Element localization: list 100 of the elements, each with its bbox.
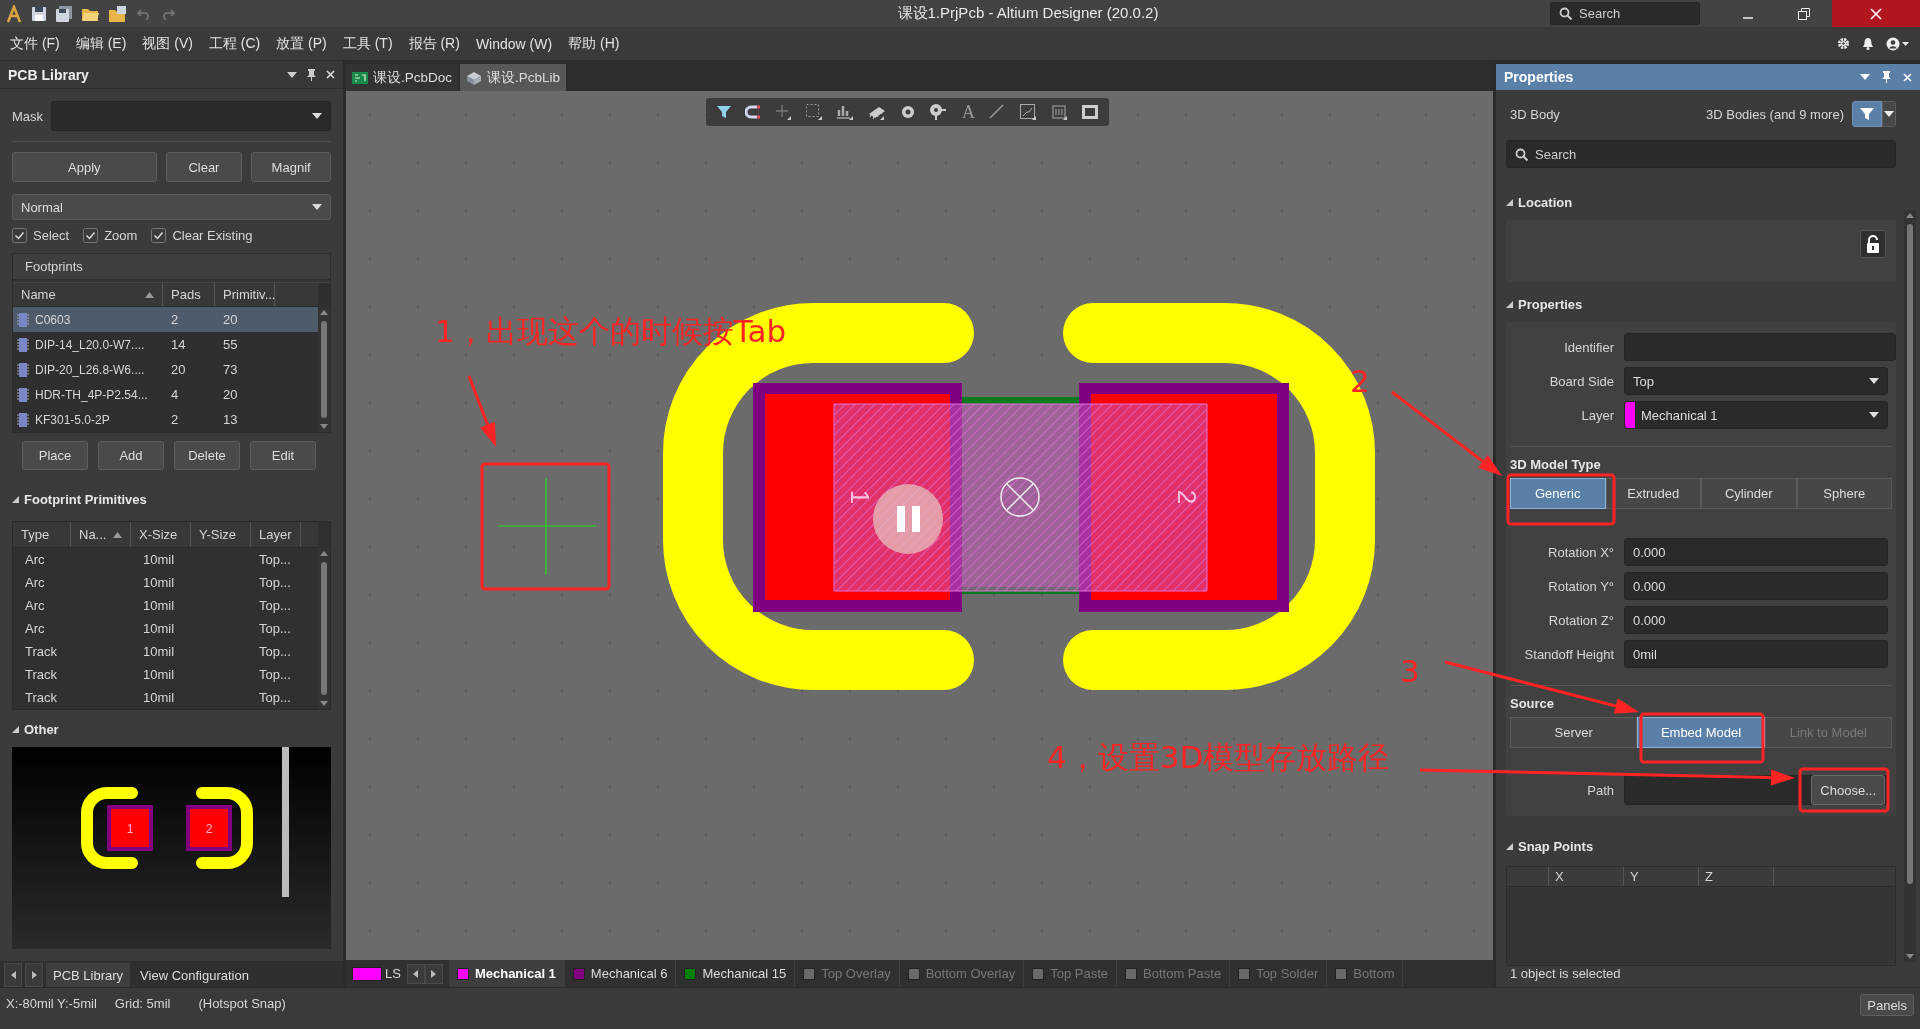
choose-button[interactable]: Choose... [1811,775,1885,805]
column-header[interactable]: Primitiv... [215,283,275,306]
text-field[interactable] [1624,333,1896,361]
segment-button[interactable]: Generic [1510,478,1606,509]
table-row[interactable]: DIP-20_L26.8-W6.... 20 73 [13,357,318,382]
settings-icon[interactable] [1837,37,1850,50]
checkbox[interactable] [83,228,99,243]
panel-button[interactable]: Edit [250,441,316,470]
segment-button[interactable]: Embed Model [1637,717,1765,748]
table-cell-text: 20 [170,362,187,377]
layer-dropdown[interactable]: Mechanical 1 [1624,401,1888,429]
menu-item[interactable]: 报告 (R) [400,34,468,53]
select-rectangle-icon[interactable] [805,103,823,121]
via-icon[interactable] [929,103,949,121]
menu-item[interactable]: 视图 (V) [134,34,201,53]
chip-icon [17,312,29,327]
field-label: Board Side [1548,373,1614,389]
column-header[interactable]: Y [1630,869,1639,884]
scroll-right-button[interactable] [25,963,43,987]
menu-item[interactable]: 放置 (P) [268,34,335,53]
menu-item[interactable]: 编辑 (E) [67,34,135,53]
lock-button[interactable] [1860,230,1886,258]
cursor-coordinates: X:-80mil Y:-5mil [6,996,97,1011]
column-header[interactable]: X-Size [131,522,191,547]
segment-button[interactable]: Server [1510,717,1638,748]
panels-button[interactable]: Panels [1860,994,1914,1016]
column-header[interactable]: Name [13,283,163,306]
column-header[interactable]: Type [13,522,71,547]
filter-icon[interactable] [716,104,732,120]
column-header[interactable]: Pads [163,283,215,306]
component-icon[interactable] [1050,103,1068,121]
layer-tab[interactable]: Mechanical 1 [448,960,565,987]
panel-tab[interactable]: PCB Library [46,963,131,987]
text-field[interactable]: 0.000 [1624,606,1888,634]
column-header[interactable]: Z [1705,869,1713,884]
text-tool[interactable]: A [962,101,975,123]
column-header[interactable]: Y-Size [191,522,251,547]
panel-button[interactable]: Apply [12,152,157,182]
pin-icon[interactable] [307,68,316,81]
filter-dropdown-button[interactable] [1882,101,1896,127]
panel-button[interactable]: Place [22,441,88,470]
scroll-left-button[interactable] [406,963,425,984]
menu-item[interactable]: 帮助 (H) [560,34,628,53]
table-cell-text: 10mil [142,667,176,682]
menu-item[interactable]: 工程 (C) [200,34,269,53]
panel-button[interactable]: Magnif [251,152,331,182]
panel-tab[interactable]: View Configuration [133,963,256,987]
line-icon[interactable] [988,103,1006,121]
scrollbar[interactable] [318,307,330,432]
current-layer-indicator[interactable]: LS [346,960,407,987]
pause-icon[interactable] [873,484,943,554]
user-icon[interactable] [1886,36,1910,51]
table-row[interactable]: DIP-14_L20.0-W7.... 14 55 [13,332,318,357]
filter-button[interactable] [1852,101,1882,127]
panel-title: PCB Library [8,66,90,83]
segment-button[interactable]: Cylinder [1701,478,1797,509]
search-field[interactable]: Search [1550,2,1700,25]
pin-icon[interactable] [1882,71,1891,83]
frame-icon[interactable] [1081,103,1099,121]
table-row[interactable]: KF301-5.0-2P 2 13 [13,407,318,432]
scroll-up-icon [1906,213,1914,218]
column-header[interactable]: X [1555,869,1564,884]
scroll-left-button[interactable] [4,963,22,987]
column-header[interactable]: Na... [71,522,131,547]
table-row[interactable]: HDR-TH_4P-P2.54... 4 20 [13,382,318,407]
pad[interactable] [753,383,963,612]
text-field[interactable]: 0.000 [1624,572,1888,600]
close-icon[interactable] [326,70,335,79]
menu-item[interactable]: Window (W) [467,35,561,52]
magnet-icon[interactable] [745,104,761,120]
panel-button[interactable]: Add [98,441,164,470]
plus-icon[interactable] [774,103,792,121]
text-field[interactable]: 0mil [1624,640,1888,668]
bar-chart-icon[interactable] [836,103,854,121]
document-tab[interactable]: 课设.PcbLib [460,64,567,91]
route-icon[interactable] [1019,103,1037,121]
column-header[interactable]: Layer [251,522,301,547]
scrollbar[interactable] [318,548,330,709]
checkbox[interactable] [12,228,27,243]
menu-item[interactable]: 工具 (T) [334,34,401,53]
scrollbar[interactable] [1904,210,1916,962]
panel-button[interactable]: Clear [165,152,243,182]
annotation-arrow [467,375,496,447]
pad[interactable] [1078,383,1289,612]
bell-icon[interactable] [1862,37,1874,50]
document-tab[interactable]: 课设.PcbDoc [346,64,459,91]
menu-item[interactable]: 文件 (F) [2,34,68,53]
mode-dropdown[interactable]: Normal [12,194,331,220]
dropdown[interactable]: Top [1624,367,1888,395]
segment-button[interactable]: Sphere [1796,478,1892,509]
checkbox[interactable] [151,228,167,243]
panel-button[interactable]: Delete [174,441,240,470]
search-field[interactable]: Search [1506,140,1896,168]
table-row[interactable]: C0603 2 20 [13,307,318,332]
scroll-right-button[interactable] [424,963,443,984]
path-field[interactable]: Choose... [1624,775,1888,805]
segment-button[interactable]: Extruded [1605,478,1701,509]
pad-icon[interactable] [900,104,916,120]
table-cell-text: Arc [24,552,46,567]
text-field[interactable]: 0.000 [1624,538,1888,566]
